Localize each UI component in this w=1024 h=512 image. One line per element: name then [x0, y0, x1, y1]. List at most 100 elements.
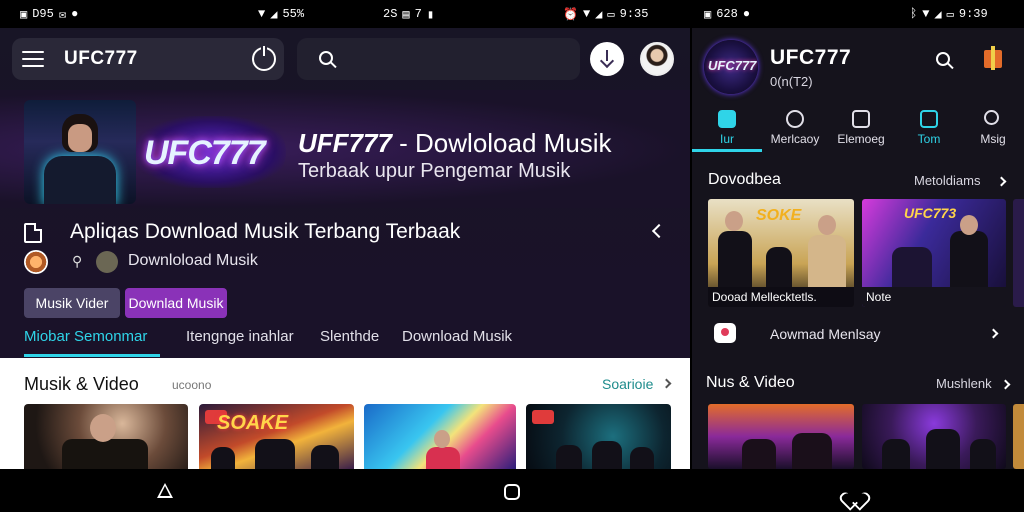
tab-indicator [24, 354, 160, 357]
tab-3[interactable]: Slenthde [320, 328, 379, 345]
signal-icon: ◢ [270, 7, 278, 22]
status-clock: 9:35 [619, 7, 649, 21]
developer-icon [96, 251, 118, 273]
tab-5[interactable]: Msig [960, 106, 1024, 156]
thumbnail-title: SOAKE [217, 412, 289, 434]
status-time-b: 7 [414, 7, 422, 21]
gift-icon[interactable] [984, 46, 1002, 70]
hero-title: UFF777 - Dowloload Musik [298, 128, 612, 159]
status-right-group: ᛒ ▼ ◢ ▭ 9:39 [910, 7, 988, 22]
section-subtitle: ucoono [172, 378, 212, 392]
system-nav-bar [0, 469, 1024, 512]
badge-icon [714, 323, 736, 343]
list-row[interactable]: Aowmad Menlsay [692, 309, 1024, 359]
document-icon [24, 223, 42, 243]
search-icon [984, 110, 999, 125]
pin-icon: ⚲ [72, 253, 83, 269]
video-thumbnail[interactable]: SOAKE [199, 404, 354, 469]
power-icon[interactable] [252, 46, 276, 71]
see-all-link[interactable]: Metoldiams [914, 173, 980, 188]
notification-icon: ● [71, 7, 79, 21]
video-thumbnail[interactable] [526, 404, 671, 469]
video-card[interactable] [862, 404, 1006, 469]
app-subtitle: Downloload Musik [128, 252, 258, 269]
notification-icon: ● [742, 7, 751, 21]
battery-icon: ▭ [607, 7, 615, 22]
video-card[interactable]: SOKE Dooad Mellecktetls. [708, 199, 854, 307]
see-all-link[interactable]: Mushlenk [936, 376, 992, 391]
wifi-icon: ▼ [258, 7, 266, 21]
brand-logo-text: UFC777 [144, 134, 266, 172]
tab-indicator [692, 149, 762, 152]
video-thumbnail[interactable] [24, 404, 188, 469]
status-right-group: ⏰ ▼ ◢ ▭ 9:35 [563, 7, 648, 22]
video-card-partial[interactable] [1013, 404, 1024, 469]
tab-label: Merlcaoy [770, 132, 820, 146]
download-icon [601, 50, 613, 66]
see-all-link[interactable]: Soarioie [602, 376, 653, 392]
alarm-icon: ⏰ [563, 7, 578, 22]
app-subtitle: 0(n(T2) [770, 74, 813, 89]
video-card[interactable]: UFC773 Note [862, 199, 1006, 307]
app-name: Apliqas Download Musik Terbang Terbaak [70, 220, 461, 243]
card-caption: Dooad Mellecktetls. [708, 287, 854, 307]
chip-download-music[interactable]: Downlad Musik [125, 288, 227, 318]
tab-download-music[interactable]: Download Musik [402, 328, 512, 345]
status-left-group: ▣ 628 ● [704, 7, 750, 22]
tab-2[interactable]: Itengnge inahlar [186, 328, 294, 345]
heart-icon[interactable] [846, 485, 862, 499]
hero-banner[interactable]: UFC777 UFF777 - Dowloload Musik Terbaak … [0, 90, 690, 208]
chip-music-video[interactable]: Musik Vider [24, 288, 120, 318]
section-title: Musik & Video [24, 374, 139, 394]
video-card-partial[interactable] [1013, 199, 1024, 307]
hero-title-brand: UFF777 [298, 128, 392, 158]
brand-logo-text: UFC777 [708, 58, 757, 73]
hero-subtitle: Terbaak upur Pengemar Musik [298, 160, 571, 182]
video-card[interactable] [708, 404, 854, 469]
list-row-label: Aowmad Menlsay [770, 326, 881, 342]
hero-artist-image [24, 100, 136, 204]
music-video-section: Nus & Video Mushlenk [692, 364, 1024, 469]
status-left-text: 628 [716, 7, 738, 21]
search-icon[interactable] [319, 51, 333, 65]
card-caption: Note [862, 287, 1006, 307]
status-bar-left: ▣ D95 ✉ ● ▼ ◢ 55% 2S ▤ 7 ▮ ⏰ ▼ ◢ ▭ 9:35 [0, 0, 690, 28]
app-title: UFC777 [770, 46, 852, 69]
home-icon [718, 110, 736, 128]
photo-icon: ▣ [20, 7, 28, 22]
chevron-right-icon[interactable] [1000, 379, 1011, 390]
status-clock: 9:39 [958, 7, 988, 21]
chevron-left-icon[interactable] [651, 223, 667, 239]
app-title: UFC777 [64, 48, 138, 69]
download-button[interactable] [590, 42, 624, 76]
video-thumbnail[interactable] [364, 404, 516, 469]
app-title-bar: UFC777 [12, 38, 284, 80]
app-icon [24, 250, 48, 274]
tab-label: Iur [719, 132, 734, 146]
status-time-a: 2S [383, 7, 398, 21]
section-title: Dovodbea [708, 171, 781, 188]
tab-label: Tom [917, 132, 941, 146]
avatar[interactable] [640, 42, 674, 76]
status-bar-right: ▣ 628 ● ᛒ ▼ ◢ ▭ 9:39 [692, 0, 1024, 28]
card-overlay-text: UFC773 [904, 205, 957, 221]
back-icon[interactable] [157, 483, 173, 498]
tab-4[interactable]: Tom [896, 106, 962, 156]
music-video-section: Musik & Video ucoono Soarioie SOAKE [0, 358, 690, 469]
tab-label: Msig [980, 132, 1006, 146]
tab-label: Elemoeg [837, 132, 885, 146]
search-bar[interactable] [297, 38, 580, 80]
home-icon[interactable] [504, 484, 520, 500]
section-title: Nus & Video [706, 374, 795, 391]
menu-icon[interactable] [22, 51, 44, 67]
search-icon[interactable] [936, 52, 950, 66]
battery-icon: ▭ [946, 7, 954, 22]
wifi-icon: ▼ [582, 7, 591, 21]
tab-1[interactable]: Miobar Semonmar [24, 328, 147, 345]
tab-3[interactable]: Elemoeg [828, 106, 894, 156]
heart-icon [786, 110, 804, 128]
chevron-right-icon[interactable] [996, 176, 1007, 187]
tab-2[interactable]: Merlcaoy [762, 106, 828, 156]
bookmark-icon [920, 110, 938, 128]
chevron-right-icon[interactable] [661, 378, 672, 389]
